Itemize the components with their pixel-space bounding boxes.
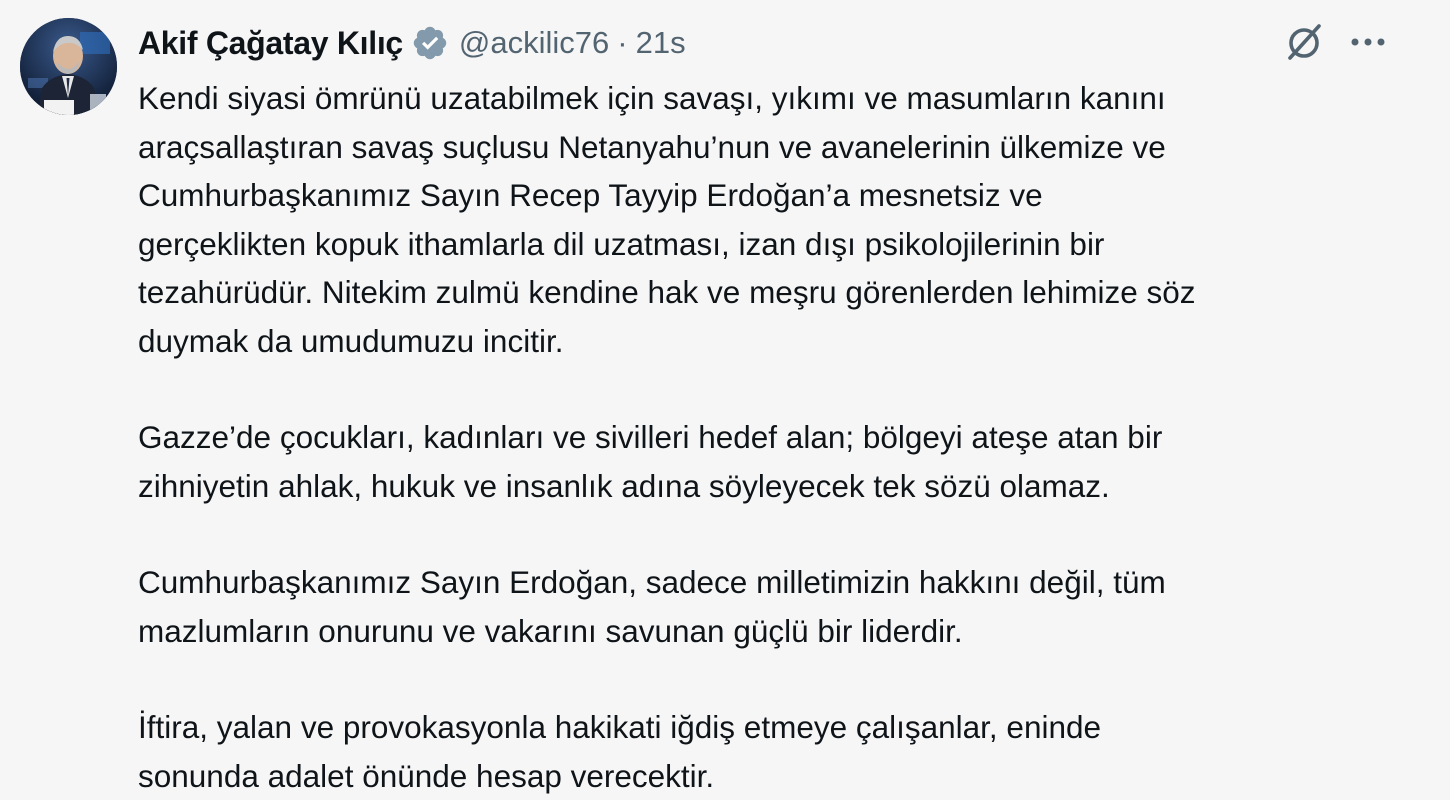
timestamp[interactable]: 21s [636,25,686,61]
tweet: Akif Çağatay Kılıç @ackilic76 · 21s Kend… [0,0,1450,800]
tweet-paragraph-3: Cumhurbaşkanımız Sayın Erdoğan, sadece m… [138,564,1166,649]
more-horizontal-icon[interactable] [1344,18,1392,66]
tweet-paragraph-4: İftira, yalan ve provokasyonla hakikati … [138,709,1102,794]
separator-dot: · [617,25,628,60]
tweet-paragraph-2: Gazze’de çocukları, kadınları ve siville… [138,419,1163,504]
author-handle[interactable]: @ackilic76 [459,25,609,61]
avatar[interactable] [20,18,117,115]
avatar-photo [20,18,117,115]
tweet-header: Akif Çağatay Kılıç @ackilic76 · 21s [138,18,686,68]
grok-icon[interactable] [1280,18,1328,66]
author-name[interactable]: Akif Çağatay Kılıç [138,25,403,62]
tweet-paragraph-1: Kendi siyasi ömrünü uzatabilmek için sav… [138,80,1196,359]
tweet-text: Kendi siyasi ömrünü uzatabilmek için sav… [138,74,1428,800]
verified-badge-icon[interactable] [411,24,449,62]
